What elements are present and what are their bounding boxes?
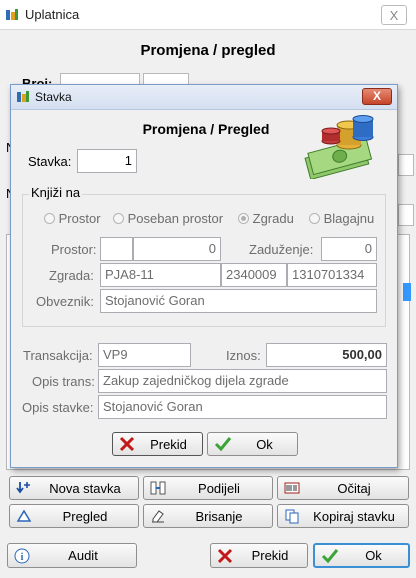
split-icon bbox=[150, 481, 166, 495]
prostor-field[interactable]: 0 bbox=[133, 237, 221, 261]
zgrada-num2-field[interactable]: 1310701334 bbox=[287, 263, 377, 287]
prostor-label: Prostor: bbox=[51, 242, 97, 257]
radio-blagajnu[interactable]: Blagajnu bbox=[309, 211, 374, 226]
dialog-close-button[interactable]: X bbox=[362, 88, 392, 105]
window-title: Uplatnica bbox=[25, 7, 80, 22]
close-icon: X bbox=[372, 89, 381, 103]
radio-zgradu[interactable]: Zgradu bbox=[238, 211, 294, 226]
money-icon bbox=[304, 115, 374, 179]
iznos-label: Iznos: bbox=[226, 348, 261, 363]
prostor-code-field[interactable] bbox=[100, 237, 133, 261]
page-heading: Promjena / pregled bbox=[140, 42, 276, 59]
stavka-dialog: Stavka X Promjena / Pregled Stavka: 1 Kn… bbox=[10, 84, 398, 468]
bg-field-right-2[interactable] bbox=[398, 204, 414, 226]
dialog-app-icon bbox=[17, 91, 29, 102]
dialog-title-bar: Stavka X bbox=[11, 85, 397, 110]
opis-trans-field[interactable]: Zakup zajedničkog dijela zgrade bbox=[98, 369, 387, 393]
transakcija-field[interactable]: VP9 bbox=[98, 343, 191, 367]
radio-button bbox=[113, 213, 124, 224]
obveznik-field[interactable]: Stojanović Goran bbox=[100, 289, 377, 313]
nova-stavka-button[interactable]: Nova stavka bbox=[9, 476, 139, 500]
ocitaj-button[interactable]: Očitaj bbox=[277, 476, 409, 500]
zgrada-label: Zgrada: bbox=[49, 268, 94, 283]
bg-field-right-1[interactable] bbox=[398, 154, 414, 176]
radio-button bbox=[44, 213, 55, 224]
radio-poseban-prostor[interactable]: Poseban prostor bbox=[113, 211, 223, 226]
brisanje-button[interactable]: Brisanje bbox=[143, 504, 273, 528]
cancel-x-icon bbox=[119, 436, 135, 452]
opis-stavke-field[interactable]: Stojanović Goran bbox=[98, 395, 387, 419]
ok-button[interactable]: Ok bbox=[207, 432, 298, 456]
title-bar: Uplatnica X bbox=[0, 0, 416, 30]
cancel-x-icon bbox=[217, 548, 233, 563]
barcode-reader-icon bbox=[284, 482, 300, 494]
podijeli-button[interactable]: Podijeli bbox=[143, 476, 273, 500]
zaduzenje-field[interactable]: 0 bbox=[321, 237, 377, 261]
knjizi-na-label: Knjiži na bbox=[29, 185, 83, 200]
radio-button-checked bbox=[238, 213, 249, 224]
prekid-button[interactable]: Prekid bbox=[112, 432, 203, 456]
checkmark-icon bbox=[321, 548, 339, 563]
stavka-field[interactable]: 1 bbox=[77, 149, 137, 173]
zgrada-num1-field[interactable]: 2340009 bbox=[221, 263, 287, 287]
zaduzenje-label: Zaduženje: bbox=[249, 242, 314, 257]
audit-button[interactable]: i Audit bbox=[7, 543, 137, 568]
dialog-title: Stavka bbox=[35, 90, 72, 104]
svg-text:i: i bbox=[21, 552, 24, 563]
checkmark-icon bbox=[214, 437, 232, 452]
opis-stavke-label: Opis stavke: bbox=[22, 400, 94, 415]
add-down-icon bbox=[16, 482, 30, 494]
transakcija-label: Transakcija: bbox=[23, 348, 93, 363]
copy-icon bbox=[285, 509, 299, 524]
eraser-icon bbox=[152, 510, 164, 523]
outer-prekid-button[interactable]: Prekid bbox=[210, 543, 308, 568]
info-icon: i bbox=[14, 548, 30, 563]
outer-ok-button[interactable]: Ok bbox=[313, 543, 410, 568]
stavka-label: Stavka: bbox=[28, 154, 72, 169]
triangle-icon bbox=[16, 509, 32, 522]
close-button[interactable]: X bbox=[381, 5, 407, 25]
close-icon: X bbox=[389, 8, 399, 23]
selected-row-fragment bbox=[403, 283, 411, 301]
opis-trans-label: Opis trans: bbox=[32, 374, 95, 389]
app-icon bbox=[6, 9, 18, 20]
zgrada-code-field[interactable]: PJA8-11 bbox=[100, 263, 221, 287]
obveznik-label: Obveznik: bbox=[36, 294, 94, 309]
iznos-field[interactable]: 500,00 bbox=[266, 343, 387, 367]
radio-prostor[interactable]: Prostor bbox=[44, 211, 101, 226]
kopiraj-stavku-button[interactable]: Kopiraj stavku bbox=[277, 504, 409, 528]
radio-button bbox=[309, 213, 320, 224]
pregled-button[interactable]: Pregled bbox=[9, 504, 139, 528]
